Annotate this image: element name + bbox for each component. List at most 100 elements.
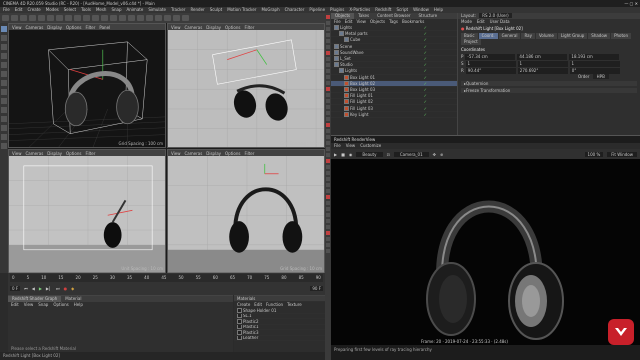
mode-icon[interactable] — [326, 219, 330, 223]
menu-item-character[interactable]: Character — [285, 7, 305, 12]
pan-icon[interactable]: ✥ — [433, 152, 436, 157]
menu-item-pipeline[interactable]: Pipeline — [309, 7, 325, 12]
timeline-ruler[interactable]: 0 5 10 15 20 25 30 35 40 45 50 55 60 65 70 75 80 85 90 — [10, 274, 323, 282]
coord-field-x[interactable]: 90.44° — [465, 68, 516, 74]
left-tool-icon[interactable] — [1, 107, 7, 113]
mode-icon[interactable] — [326, 165, 330, 169]
tab-shadow[interactable]: Shadow — [588, 33, 611, 39]
vp-menu-display[interactable]: Display — [206, 151, 221, 156]
object-item[interactable]: Key Light ✓ — [331, 111, 457, 118]
mode-icon[interactable] — [326, 81, 330, 85]
mode-icon[interactable] — [326, 69, 330, 73]
menu-item-x-particles[interactable]: X-Particles — [349, 7, 370, 12]
move-icon[interactable] — [29, 15, 36, 21]
mode-icon[interactable] — [326, 99, 330, 103]
material-menu-view[interactable]: View — [24, 302, 34, 308]
menu-item-mesh[interactable]: Mesh — [96, 7, 107, 12]
cube-icon[interactable] — [119, 15, 126, 21]
mode-icon[interactable] — [326, 111, 330, 115]
mode-icon[interactable] — [326, 201, 330, 205]
coord-field-z[interactable]: 1 — [569, 61, 620, 67]
left-tool-icon[interactable] — [1, 62, 7, 68]
mode-icon[interactable] — [326, 135, 330, 139]
mode-icon[interactable] — [326, 231, 330, 235]
mode-icon[interactable] — [326, 123, 330, 127]
aov-select[interactable]: Beauty — [356, 151, 383, 157]
array-icon[interactable] — [146, 15, 153, 21]
lock-icon[interactable]: ⊡ — [387, 152, 390, 157]
mode-icon[interactable] — [326, 93, 330, 97]
menu-item-window[interactable]: Window — [413, 7, 429, 12]
fit-select[interactable]: Fit Window — [607, 151, 637, 157]
tab-coord-[interactable]: Coord. — [478, 33, 498, 39]
visibility-check-icon[interactable]: ✓ — [424, 62, 427, 67]
coord-field-y[interactable]: 1 — [517, 61, 568, 67]
left-tool-icon[interactable] — [1, 143, 7, 149]
tab-light-group[interactable]: Light Group — [557, 33, 588, 39]
viewport-perspective[interactable]: ViewCamerasDisplayOptionsFilterPanel Per… — [8, 23, 166, 148]
om-menu-edit[interactable]: Edit — [345, 19, 353, 25]
attr-menu-user-data[interactable]: User Data — [490, 19, 510, 25]
mode-icon[interactable] — [326, 213, 330, 217]
vp-menu-cameras[interactable]: Cameras — [185, 151, 203, 156]
menu-item-render[interactable]: Render — [190, 7, 204, 12]
camera-icon[interactable] — [173, 15, 180, 21]
vp-menu-view[interactable]: View — [12, 151, 22, 156]
layout-value[interactable]: RS 2.0 (User) — [479, 13, 512, 18]
menu-item-file[interactable]: File — [3, 7, 10, 12]
tab-ray[interactable]: Ray — [521, 33, 535, 39]
vp-menu-view[interactable]: View — [171, 25, 181, 30]
camera-select[interactable]: Camera_01 — [393, 151, 429, 157]
snapshot-icon[interactable]: ◉ — [349, 152, 353, 157]
mode-icon[interactable] — [326, 33, 330, 37]
tab-general[interactable]: General — [498, 33, 521, 39]
mode-icon[interactable] — [326, 177, 330, 181]
mode-icon[interactable] — [326, 57, 330, 61]
attr-menu-edit[interactable]: Edit — [477, 19, 485, 25]
vp-menu-options[interactable]: Options — [66, 151, 81, 156]
key-icon[interactable]: ◆ — [71, 286, 74, 291]
left-tool-icon[interactable] — [1, 116, 7, 122]
vp-menu-options[interactable]: Options — [225, 25, 240, 30]
render-icon[interactable] — [101, 15, 108, 21]
mode-icon[interactable] — [326, 117, 330, 121]
vp-menu-view[interactable]: View — [171, 151, 181, 156]
quaternion-section[interactable]: ▸ Quaternion — [461, 81, 637, 87]
play-icon[interactable]: ▶ — [39, 286, 42, 291]
window-controls[interactable]: — ▢ ✕ — [624, 0, 638, 7]
visibility-check-icon[interactable]: ✓ — [424, 44, 427, 49]
mode-icon[interactable] — [326, 147, 330, 151]
material-menu-help[interactable]: Help — [74, 302, 83, 308]
mode-icon[interactable] — [326, 129, 330, 133]
vp-menu-filter[interactable]: Filter — [85, 151, 95, 156]
menu-item-edit[interactable]: Edit — [15, 7, 23, 12]
left-tool-icon[interactable] — [1, 35, 7, 41]
visibility-check-icon[interactable]: ✓ — [424, 75, 427, 80]
mode-icon[interactable] — [326, 21, 330, 25]
mode-icon[interactable] — [326, 15, 330, 19]
visibility-check-icon[interactable]: ✓ — [424, 81, 427, 86]
rewind-icon[interactable]: ⏮ — [24, 286, 28, 291]
render-view-icon[interactable] — [92, 15, 99, 21]
left-tool-icon[interactable] — [1, 26, 7, 32]
tab-photon[interactable]: Photon — [611, 33, 632, 39]
visibility-check-icon[interactable]: ✓ — [424, 31, 427, 36]
order-select[interactable]: HPB — [592, 74, 609, 79]
vp-menu-cameras[interactable]: Cameras — [26, 151, 44, 156]
step-forward-icon[interactable]: ▶▏ — [46, 286, 52, 291]
coord-icon[interactable] — [83, 15, 90, 21]
coord-field-y[interactable]: 270.692° — [517, 68, 568, 74]
vp-menu-options[interactable]: Options — [66, 25, 81, 30]
vp-menu-cameras[interactable]: Cameras — [26, 25, 44, 30]
left-tool-icon[interactable] — [1, 44, 7, 50]
vp-menu-filter[interactable]: Filter — [244, 25, 254, 30]
freeze-section[interactable]: ▸ Freeze Transformation — [461, 88, 637, 94]
om-menu-file[interactable]: File — [334, 19, 341, 25]
start-frame[interactable]: 0 F — [10, 286, 21, 291]
coord-field-y[interactable]: 44.186 cm — [517, 54, 568, 60]
vp-menu-filter[interactable]: Filter — [244, 151, 254, 156]
vp-menu-panel[interactable]: Panel — [99, 25, 110, 30]
menu-item-select[interactable]: Select — [64, 7, 76, 12]
mode-icon[interactable] — [326, 171, 330, 175]
coord-field-x[interactable]: -57.34 cm — [465, 54, 516, 60]
